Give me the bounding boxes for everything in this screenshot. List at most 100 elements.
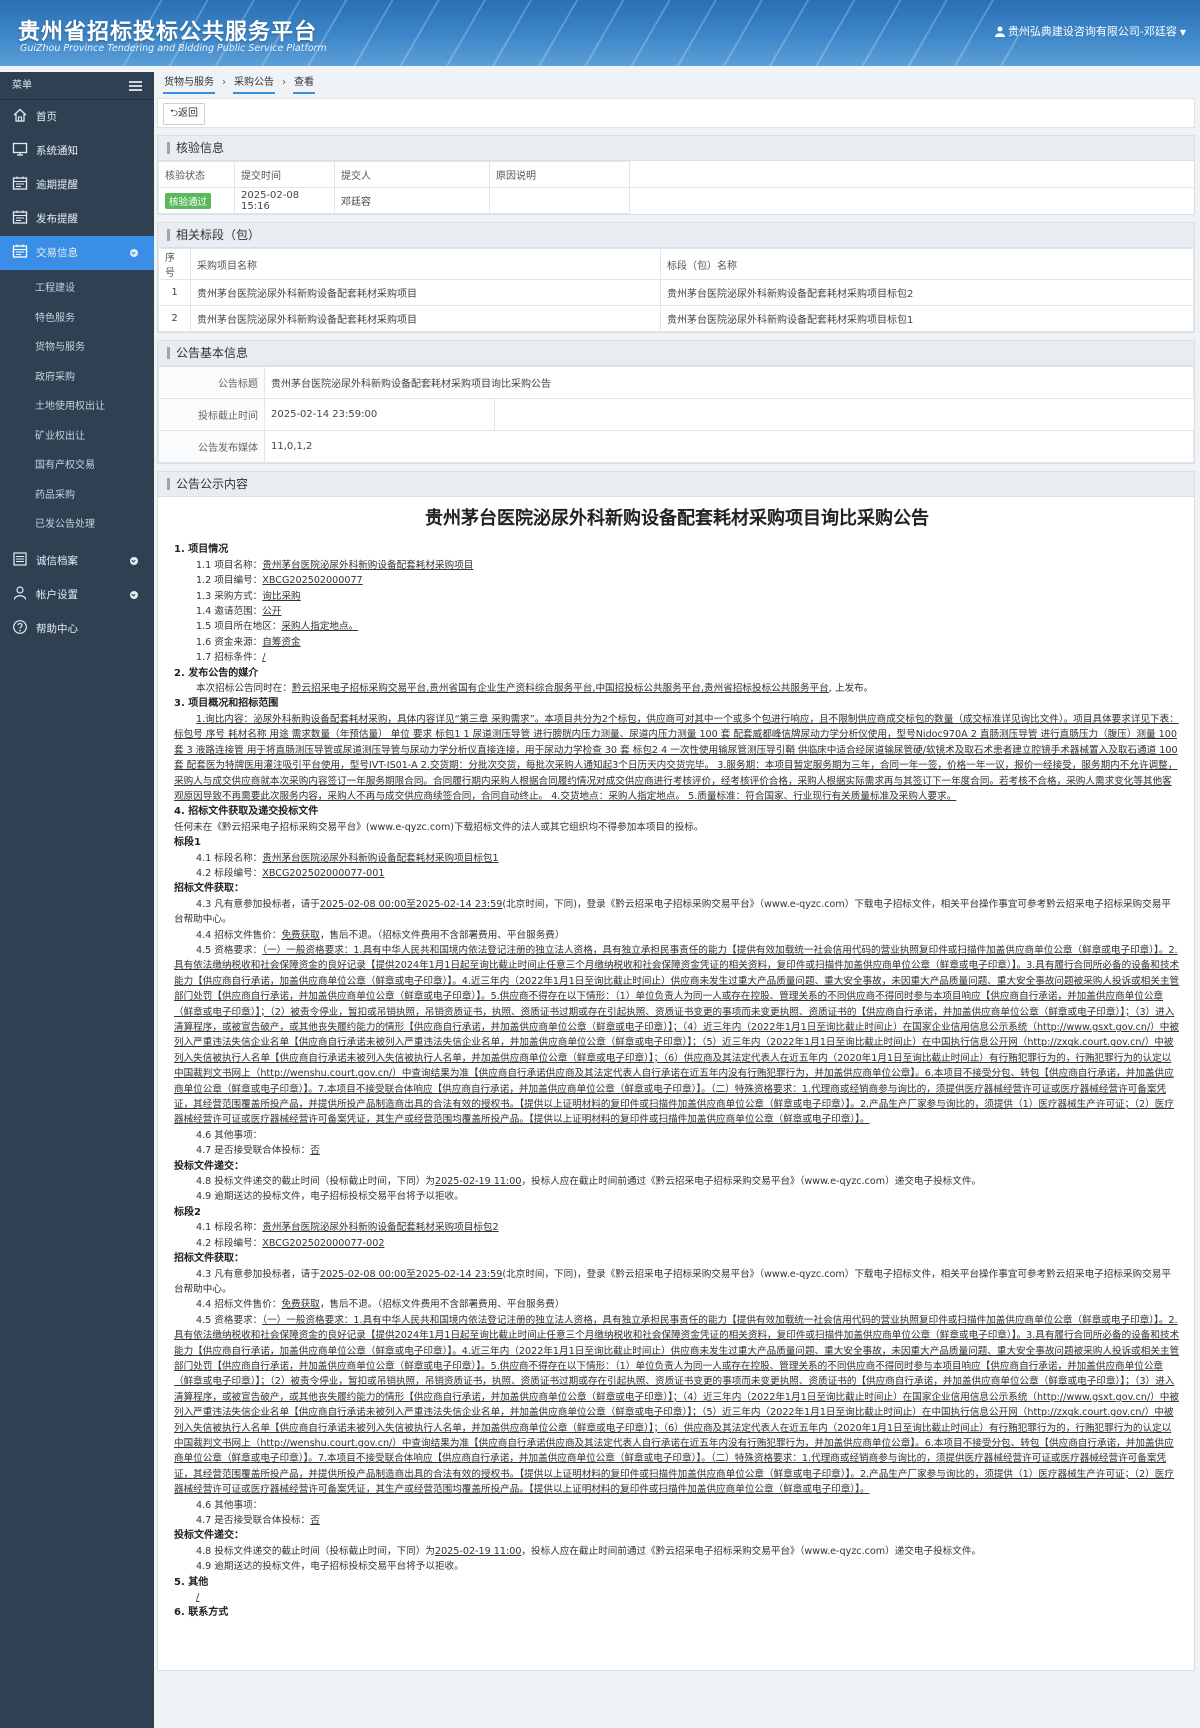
sidebar-sub-item[interactable]: 已发公告处理 (0, 510, 154, 540)
sidebar-item-overdue[interactable]: 逾期提醒 (0, 168, 154, 202)
platform-subtitle: GuiZhou Province Tendering and Bidding P… (20, 43, 327, 54)
back-button[interactable]: ⮌返回 (163, 103, 206, 125)
sections-panel-title: 相关标段（包） (158, 223, 1194, 248)
main-content: 货物与服务 › 采购公告 › 查看 ⮌返回 核验信息 核验状态 提交时间 提交人 原因说… (157, 72, 1195, 1671)
breadcrumb-item[interactable]: 货物与服务 (163, 72, 215, 94)
sidebar-item-publish[interactable]: 发布提醒 (0, 202, 154, 236)
table-cell: 贵州茅台医院泌尿外科新购设备配套耗材采购项目 (190, 305, 661, 332)
sidebar-item-notice[interactable]: 系统通知 (0, 134, 154, 168)
calendar-icon (12, 176, 28, 190)
notice-panel: 公告公示内容 贵州茅台医院泌尿外科新购设备配套耗材采购项目询比采购公告 1. 项… (157, 471, 1195, 1671)
list-item: 4.6 其他事项： (196, 1129, 263, 1141)
sidebar-item-label: 首页 (36, 111, 57, 123)
table-cell: 贵州茅台医院泌尿外科新购设备配套耗材采购项目标包2 (660, 279, 1194, 306)
list-item: 4.8 投标文件递交的截止时间（投标截止时间，下同）为2025-02-19 11… (196, 1545, 982, 1557)
sidebar-heading: 菜单 (0, 72, 154, 100)
table-cell: 核验通过 (158, 187, 235, 214)
table-cell: 2025-02-08 15:16 (234, 187, 335, 214)
section-heading: 2. 发布公告的媒介 (174, 667, 259, 679)
list-item: 4.1 标段名称：贵州茅台医院泌尿外科新购设备配套耗材采购项目标包2 (196, 1222, 499, 1234)
breadcrumb-item[interactable]: 采购公告 (233, 72, 275, 94)
notice-title: 贵州茅台医院泌尿外科新购设备配套耗材采购项目询比采购公告 (425, 508, 929, 529)
table-cell: 贵州茅台医院泌尿外科新购设备配套耗材采购项目 (190, 279, 661, 306)
user-menu[interactable]: 贵州弘典建设咨询有限公司-邓廷容 ▼ (994, 23, 1186, 39)
sidebar-heading-label: 菜单 (12, 80, 32, 91)
list-item: 4.4 招标文件售价：免费获取，售后不退。（招标文件费用不含部署费用、平台服务费… (196, 1299, 565, 1311)
column-header: 采购项目名称 (190, 248, 661, 280)
deadline-value: 2025-02-14 23:59:00 (264, 398, 495, 431)
help-icon (13, 619, 27, 634)
breadcrumb: 货物与服务 › 采购公告 › 查看 (157, 72, 1195, 96)
list-item: 1.6 资金来源：自筹资金 (196, 636, 301, 648)
sidebar-item-credit[interactable]: 诚信档案 (0, 544, 154, 578)
table-cell: 2 (158, 305, 191, 332)
list-icon (13, 551, 27, 566)
table-cell (489, 187, 630, 214)
notice-content: 贵州茅台医院泌尿外科新购设备配套耗材采购项目询比采购公告 1. 项目情况 1.1… (158, 497, 1194, 1621)
verify-panel-title: 核验信息 (158, 136, 1194, 161)
list-item: 4.8 投标文件递交的截止时间（投标截止时间，下同）为2025-02-19 11… (196, 1176, 982, 1188)
table-cell: 贵州茅台医院泌尿外科新购设备配套耗材采购项目标包1 (660, 305, 1194, 332)
home-icon (13, 108, 27, 122)
sidebar-sub-item[interactable]: 特色服务 (0, 304, 154, 334)
paragraph: 本次招标公告同时在：黔云招采电子招标采购交易平台,贵州省国有企业生产资料综合服务… (196, 683, 874, 695)
table-row: 2 贵州茅台医院泌尿外科新购设备配套耗材采购项目 贵州茅台医院泌尿外科新购设备配… (158, 305, 1194, 332)
table-cell: 1 (158, 279, 191, 306)
sections-table: 序号 采购项目名称 标段（包）名称 1 贵州茅台医院泌尿外科新购设备配套耗材采购… (158, 248, 1194, 332)
sub-heading: 投标文件递交： (174, 1160, 244, 1172)
sidebar-item-home[interactable]: 首页 (0, 100, 154, 134)
media-value: 11,0,1,2 (264, 430, 1194, 463)
basic-info-table: 公告标题 贵州茅台医院泌尿外科新购设备配套耗材采购项目询比采购公告 投标截止时间… (158, 366, 1194, 463)
verify-panel: 核验信息 核验状态 提交时间 提交人 原因说明 核验通过 2025-02-08 … (157, 135, 1195, 215)
toolbar: ⮌返回 (157, 98, 1195, 128)
section-heading: 5. 其他 (174, 1576, 209, 1588)
column-header: 原因说明 (489, 161, 630, 188)
paragraph: 4.3 凡有意参加投标者，请于2025-02-08 00:00至2025-02-… (174, 1268, 1171, 1295)
sidebar-item-label: 帐户设置 (36, 588, 78, 601)
list-item: 4.2 标段编号：XBCG202502000077-001 (196, 867, 385, 879)
basic-info-panel-title: 公告基本信息 (158, 341, 1194, 366)
chevron-right-icon: › (222, 77, 226, 88)
column-header: 序号 (158, 248, 191, 280)
section-heading: 4. 招标文件获取及递交投标文件 (174, 806, 319, 818)
field-label: 公告标题 (158, 366, 265, 399)
sidebar-sub-item[interactable]: 土地使用权出让 (0, 392, 154, 422)
calendar-icon (12, 244, 28, 258)
chevron-right-icon (130, 590, 138, 599)
sidebar-item-help[interactable]: 帮助中心 (0, 612, 154, 646)
list-item: 4.9 逾期送达的投标文件，电子招标投标交易平台将予以拒收。 (196, 1191, 464, 1203)
column-header: 提交时间 (234, 161, 335, 188)
sidebar-sub-item[interactable]: 政府采购 (0, 363, 154, 393)
sidebar-sub-item[interactable]: 工程建设 (0, 274, 154, 304)
list-item: 4.6 其他事项： (196, 1499, 263, 1511)
list-item: 4.9 逾期送达的投标文件，电子招标投标交易平台将予以拒收。 (196, 1561, 464, 1573)
sidebar-sub-item[interactable]: 药品采购 (0, 481, 154, 511)
sidebar-sub-item[interactable]: 矿业权出让 (0, 422, 154, 452)
paragraph: / (196, 1592, 200, 1604)
chevron-right-icon (130, 556, 138, 565)
sidebar-item-trade[interactable]: 交易信息 (0, 236, 154, 270)
sections-panel: 相关标段（包） 序号 采购项目名称 标段（包）名称 1 贵州茅台医院泌尿外科新购… (157, 222, 1195, 333)
sidebar-item-label: 交易信息 (36, 247, 78, 259)
sidebar-item-account[interactable]: 帐户设置 (0, 578, 154, 612)
breadcrumb-item: 查看 (293, 72, 315, 94)
verify-table: 核验状态 提交时间 提交人 原因说明 核验通过 2025-02-08 15:16… (158, 161, 1194, 214)
paragraph: 4.3 凡有意参加投标者，请于2025-02-08 00:00至2025-02-… (174, 898, 1171, 926)
list-item: 1.3 采购方式：询比采购 (196, 590, 301, 602)
column-header: 核验状态 (158, 161, 235, 188)
menu-toggle-icon[interactable] (129, 81, 142, 93)
lot-heading: 标段1 (174, 837, 201, 849)
column-header: 标段（包）名称 (660, 248, 1194, 280)
sidebar-sub-item[interactable]: 货物与服务 (0, 333, 154, 363)
platform-title: 贵州省招标投标公共服务平台 (18, 20, 318, 45)
user-icon (994, 26, 1005, 37)
sidebar-sub-item[interactable]: 国有产权交易 (0, 451, 154, 481)
user-name: 贵州弘典建设咨询有限公司-邓廷容 (1007, 25, 1177, 38)
list-item: 4.1 标段名称：贵州茅台医院泌尿外科新购设备配套耗材采购项目标包1 (196, 852, 499, 864)
sidebar-item-label: 系统通知 (36, 145, 78, 157)
field-label: 投标截止时间 (158, 398, 265, 431)
sidebar-item-label: 发布提醒 (36, 213, 78, 225)
lot-heading: 标段2 (174, 1206, 201, 1218)
sidebar: 菜单 首页 系统通知 逾期提醒 发布提醒 交易信息 工程建设 特色服务 货物与服… (0, 72, 154, 1728)
user-icon (13, 585, 27, 600)
